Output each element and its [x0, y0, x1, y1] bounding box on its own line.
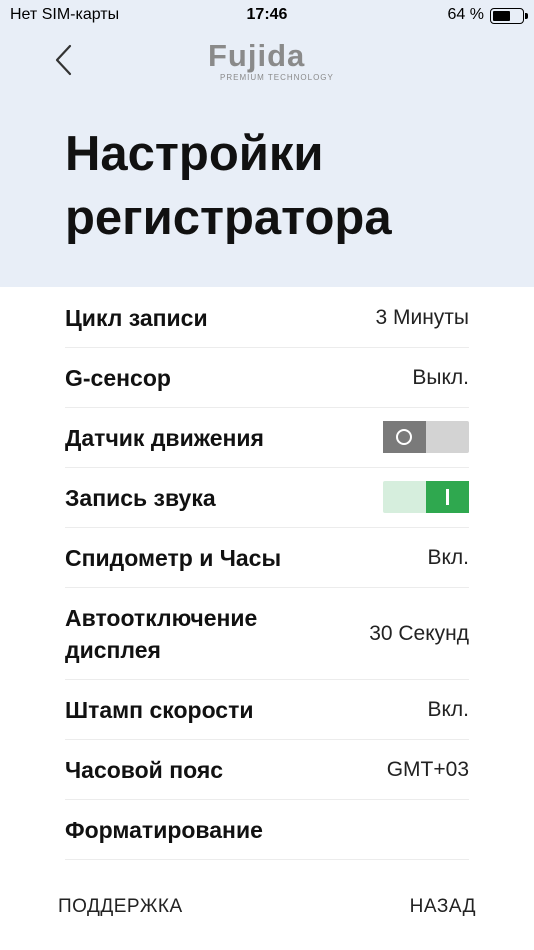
setting-label: Форматирование — [65, 817, 263, 843]
toggle-off-icon — [396, 429, 412, 445]
setting-sound-recording: Запись звука — [65, 468, 469, 528]
toggle-on-icon — [446, 489, 449, 505]
status-bar: Нет SIM-карты 17:46 64 % — [0, 0, 534, 30]
setting-time-zone[interactable]: Часовой пояс GMT+03 — [65, 740, 469, 800]
setting-value: Выкл. — [412, 366, 469, 389]
setting-value: 3 Минуты — [375, 306, 469, 329]
back-button[interactable] — [48, 40, 82, 80]
setting-value: Вкл. — [427, 698, 469, 721]
setting-label: Датчик движения — [65, 425, 264, 451]
toggle-knob — [426, 481, 469, 513]
back-footer-button[interactable]: НАЗАД — [410, 896, 476, 918]
setting-speed-stamp[interactable]: Штамп скорости Вкл. — [65, 680, 469, 740]
sound-recording-toggle[interactable] — [383, 481, 469, 513]
support-button[interactable]: ПОДДЕРЖКА — [58, 896, 183, 918]
setting-value: Вкл. — [427, 546, 469, 569]
setting-label: Цикл записи — [65, 305, 208, 331]
setting-g-sensor[interactable]: G-сенсор Выкл. — [65, 348, 469, 408]
setting-record-cycle[interactable]: Цикл записи 3 Минуты — [65, 288, 469, 348]
settings-list: Цикл записи 3 Минуты G-сенсор Выкл. Датч… — [65, 288, 469, 860]
battery-cap — [525, 13, 528, 19]
logo-text: Fujida — [208, 38, 306, 73]
fujida-logo: Fujida PREMIUM TECHNOLOGY — [200, 38, 334, 84]
setting-display-auto-off[interactable]: Автоотключение дисплея 30 Секунд — [65, 588, 469, 680]
setting-label: Штамп скорости — [65, 697, 254, 723]
setting-value: GMT+03 — [386, 758, 469, 781]
page-title: Настройки регистратора — [65, 127, 392, 245]
setting-label: Автоотключение дисплея — [65, 605, 258, 663]
setting-label: Часовой пояс — [65, 757, 224, 783]
logo-subtext: PREMIUM TECHNOLOGY — [220, 73, 334, 82]
motion-detector-toggle[interactable] — [383, 421, 469, 453]
setting-formatting[interactable]: Форматирование — [65, 800, 469, 860]
setting-label: Спидометр и Часы — [65, 545, 282, 571]
battery-icon — [490, 8, 524, 24]
battery-percent: 64 % — [447, 6, 484, 23]
setting-label: Запись звука — [65, 485, 216, 511]
setting-label: G-сенсор — [65, 365, 171, 391]
setting-value: 30 Секунд — [369, 622, 469, 645]
setting-motion-detector: Датчик движения — [65, 408, 469, 468]
toggle-knob — [383, 421, 426, 453]
setting-speedometer-clock[interactable]: Спидометр и Часы Вкл. — [65, 528, 469, 588]
chevron-left-icon — [55, 44, 72, 76]
